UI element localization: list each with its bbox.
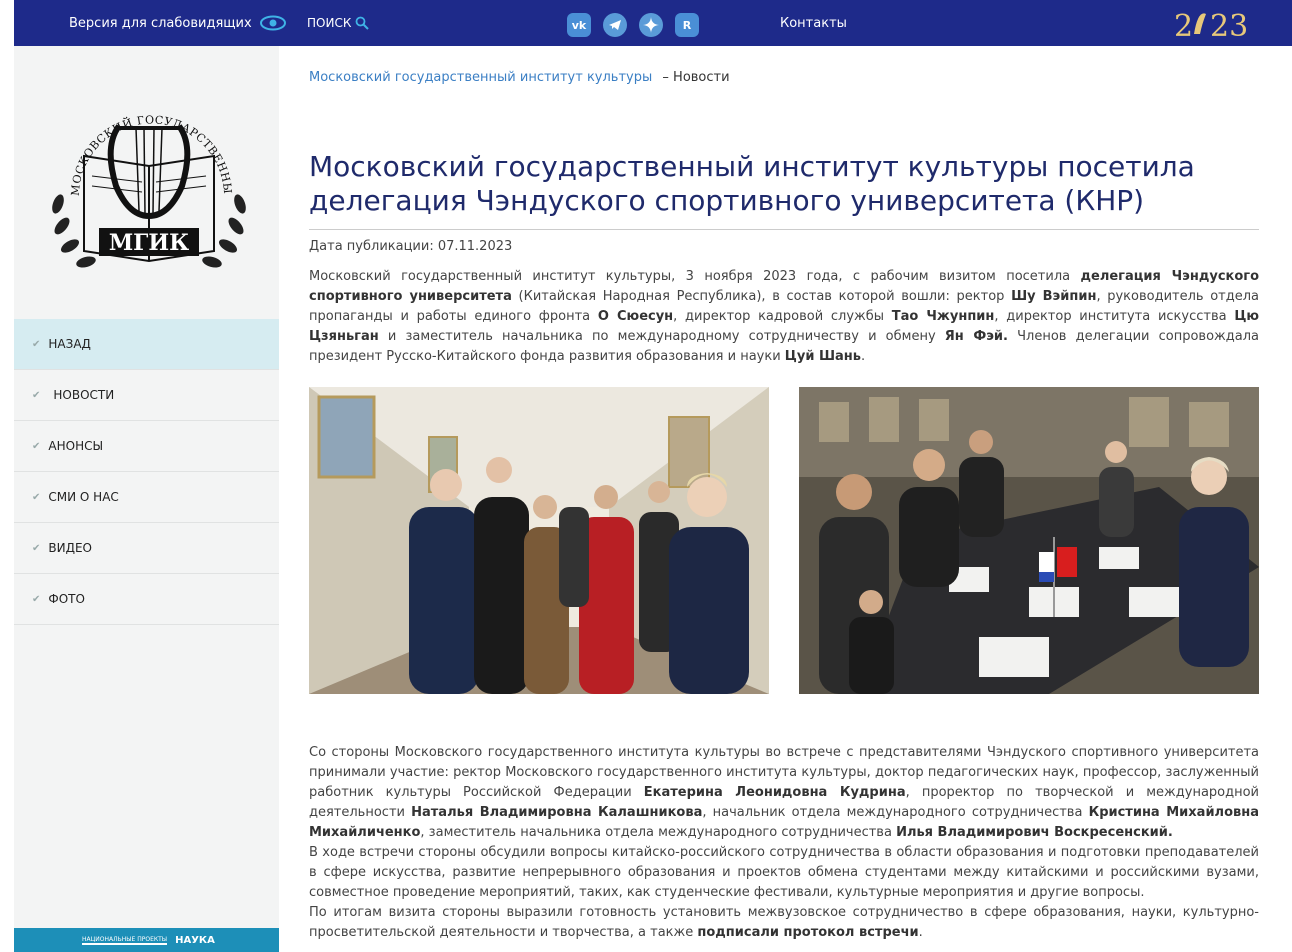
sidebar-item-photo[interactable]: ✔ ФОТО — [14, 574, 279, 625]
svg-text:23: 23 — [1210, 9, 1248, 42]
check-icon: ✔ — [32, 338, 41, 350]
accessibility-link[interactable]: Версия для слабовидящих — [69, 0, 286, 46]
sidebar-item-label: СМИ О НАС — [48, 490, 119, 504]
sidebar-item-video[interactable]: ✔ ВИДЕО — [14, 523, 279, 574]
check-icon: ✔ — [32, 491, 41, 503]
dzen-icon[interactable] — [639, 13, 663, 37]
search-icon — [355, 16, 370, 30]
science-label: НАУКА — [175, 934, 215, 946]
page-title: Московский государственный институт куль… — [309, 150, 1259, 230]
svg-text:МОСКОВСКИЙ ГОСУДАРСТВЕННЫЙ ИНС: МОСКОВСКИЙ ГОСУДАРСТВЕННЫЙ ИНСТИТУТ КУЛЬ… — [44, 86, 234, 196]
breadcrumb-home-link[interactable]: Московский государственный институт куль… — [309, 70, 652, 85]
science-banner[interactable]: НАЦИОНАЛЬНЫЕ ПРОЕКТЫ НАУКА — [14, 928, 279, 952]
search-link[interactable]: ПОИСК — [307, 0, 370, 46]
eye-icon — [259, 15, 286, 31]
article-body: Со стороны Московского государственного … — [309, 743, 1259, 943]
contacts-link[interactable]: Контакты — [780, 0, 847, 46]
sidebar-item-news[interactable]: ✔ НОВОСТИ — [14, 370, 279, 421]
top-bar: Версия для слабовидящих ПОИСК vk R Конта… — [14, 0, 1292, 46]
article-paragraph-3: В ходе встречи стороны обсудили вопросы … — [309, 845, 1259, 900]
sidebar-item-back[interactable]: ✔ НАЗАД — [14, 319, 279, 370]
article-photo-meeting[interactable] — [799, 387, 1259, 694]
search-label: ПОИСК — [307, 16, 352, 30]
accessibility-label: Версия для слабовидящих — [69, 15, 252, 31]
check-icon: ✔ — [32, 593, 41, 605]
sidebar-item-announcements[interactable]: ✔ АНОНСЫ — [14, 421, 279, 472]
article-paragraph-4: По итогам визита стороны выразили готовн… — [309, 905, 1259, 940]
check-icon: ✔ — [32, 389, 41, 401]
year-2023-logo-icon: 2 23 — [1174, 9, 1248, 42]
sidebar-item-label: НОВОСТИ — [53, 388, 115, 402]
breadcrumb: Московский государственный институт куль… — [309, 70, 730, 85]
article-paragraph-2: Со стороны Московского государственного … — [309, 745, 1260, 840]
breadcrumb-current: – Новости — [662, 70, 730, 85]
social-links: vk R — [567, 13, 699, 37]
sidebar-item-label: ФОТО — [48, 592, 85, 606]
check-icon: ✔ — [32, 440, 41, 452]
rutube-icon[interactable]: R — [675, 13, 699, 37]
article-paragraph-1: Московский государственный институт куль… — [309, 269, 1260, 364]
sidebar-item-label: АНОНСЫ — [48, 439, 104, 453]
publication-date: Дата публикации: 07.11.2023 — [309, 239, 513, 254]
sidebar-menu: ✔ НАЗАД ✔ НОВОСТИ ✔ АНОНСЫ ✔ СМИ О НАС ✔… — [14, 319, 279, 625]
sidebar: МОСКОВСКИЙ ГОСУДАРСТВЕННЫЙ ИНСТИТУТ КУЛЬ… — [14, 46, 279, 952]
telegram-icon[interactable] — [603, 13, 627, 37]
sidebar-item-media[interactable]: ✔ СМИ О НАС — [14, 472, 279, 523]
mgik-logo[interactable]: МОСКОВСКИЙ ГОСУДАРСТВЕННЫЙ ИНСТИТУТ КУЛЬ… — [44, 86, 254, 286]
sidebar-item-label: ВИДЕО — [48, 541, 93, 555]
logo-text: МГИК — [109, 230, 189, 256]
check-icon: ✔ — [32, 542, 41, 554]
article-photo-corridor[interactable] — [309, 387, 769, 694]
vk-icon[interactable]: vk — [567, 13, 591, 37]
svg-text:2: 2 — [1174, 9, 1193, 42]
logo-ring-text: МОСКОВСКИЙ ГОСУДАРСТВЕННЫЙ ИНСТИТУТ КУЛЬ… — [44, 86, 234, 196]
contacts-label: Контакты — [780, 15, 847, 31]
national-projects-label: НАЦИОНАЛЬНЫЕ ПРОЕКТЫ — [82, 935, 168, 945]
sidebar-item-label: НАЗАД — [48, 337, 91, 351]
